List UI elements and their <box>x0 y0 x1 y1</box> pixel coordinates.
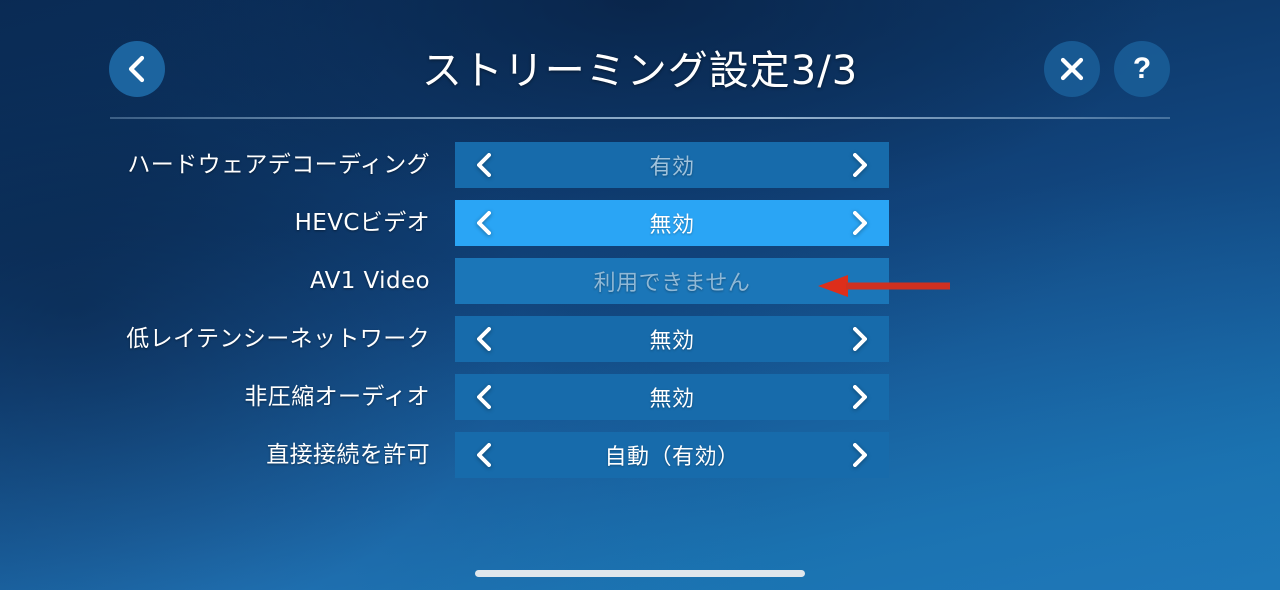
settings-row-value: 無効 <box>649 213 695 238</box>
settings-row-control[interactable]: 自動（有効） <box>455 432 889 478</box>
chevron-right-icon[interactable] <box>849 209 871 237</box>
settings-row-control[interactable]: 有効 <box>455 142 889 188</box>
settings-row-label: HEVCビデオ <box>294 210 430 236</box>
settings-row-value: 自動（有効） <box>604 445 740 470</box>
header-divider <box>110 117 1170 119</box>
settings-row-value: 有効 <box>649 155 695 180</box>
settings-row-label: ハードウェアデコーディング <box>127 152 430 178</box>
help-button[interactable]: ? <box>1114 41 1170 97</box>
settings-row-label: AV1 Video <box>310 268 430 294</box>
settings-list: ハードウェアデコーディング 有効 HEVCビデオ 無効 AV1 Video 利用できません… <box>0 142 1280 490</box>
settings-row-control[interactable]: 無効 <box>455 200 889 246</box>
settings-row-label: 直接接続を許可 <box>266 442 430 468</box>
chevron-left-icon[interactable] <box>473 441 495 469</box>
settings-row-control[interactable]: 無効 <box>455 374 889 420</box>
settings-row-value: 無効 <box>649 329 695 354</box>
chevron-right-icon[interactable] <box>849 441 871 469</box>
settings-row-control[interactable]: 無効 <box>455 316 889 362</box>
settings-row: HEVCビデオ 無効 <box>0 200 1280 258</box>
close-icon <box>1059 56 1085 82</box>
question-mark-icon: ? <box>1132 52 1152 85</box>
settings-row: 直接接続を許可 自動（有効） <box>0 432 1280 490</box>
chevron-left-icon[interactable] <box>473 383 495 411</box>
settings-row: ハードウェアデコーディング 有効 <box>0 142 1280 200</box>
settings-row-control: 利用できません <box>455 258 889 304</box>
chevron-left-icon[interactable] <box>473 151 495 179</box>
settings-row-value: 利用できません <box>593 271 751 296</box>
settings-row: AV1 Video 利用できません <box>0 258 1280 316</box>
settings-row-value: 無効 <box>649 387 695 412</box>
chevron-right-icon[interactable] <box>849 325 871 353</box>
settings-row-label: 非圧縮オーディオ <box>244 384 430 410</box>
settings-row: 低レイテンシーネットワーク 無効 <box>0 316 1280 374</box>
home-indicator-bar[interactable] <box>475 570 805 577</box>
chevron-right-icon[interactable] <box>849 383 871 411</box>
chevron-left-icon[interactable] <box>473 325 495 353</box>
chevron-right-icon[interactable] <box>849 151 871 179</box>
settings-row: 非圧縮オーディオ 無効 <box>0 374 1280 432</box>
close-button[interactable] <box>1044 41 1100 97</box>
settings-row-label: 低レイテンシーネットワーク <box>126 326 430 352</box>
header-bar: ストリーミング設定3/3 ? <box>0 0 1280 119</box>
app-screen: ストリーミング設定3/3 ? ハードウェアデコーディング 有効 HEVCビデオ 無効 A… <box>0 0 1280 590</box>
chevron-left-icon[interactable] <box>473 209 495 237</box>
